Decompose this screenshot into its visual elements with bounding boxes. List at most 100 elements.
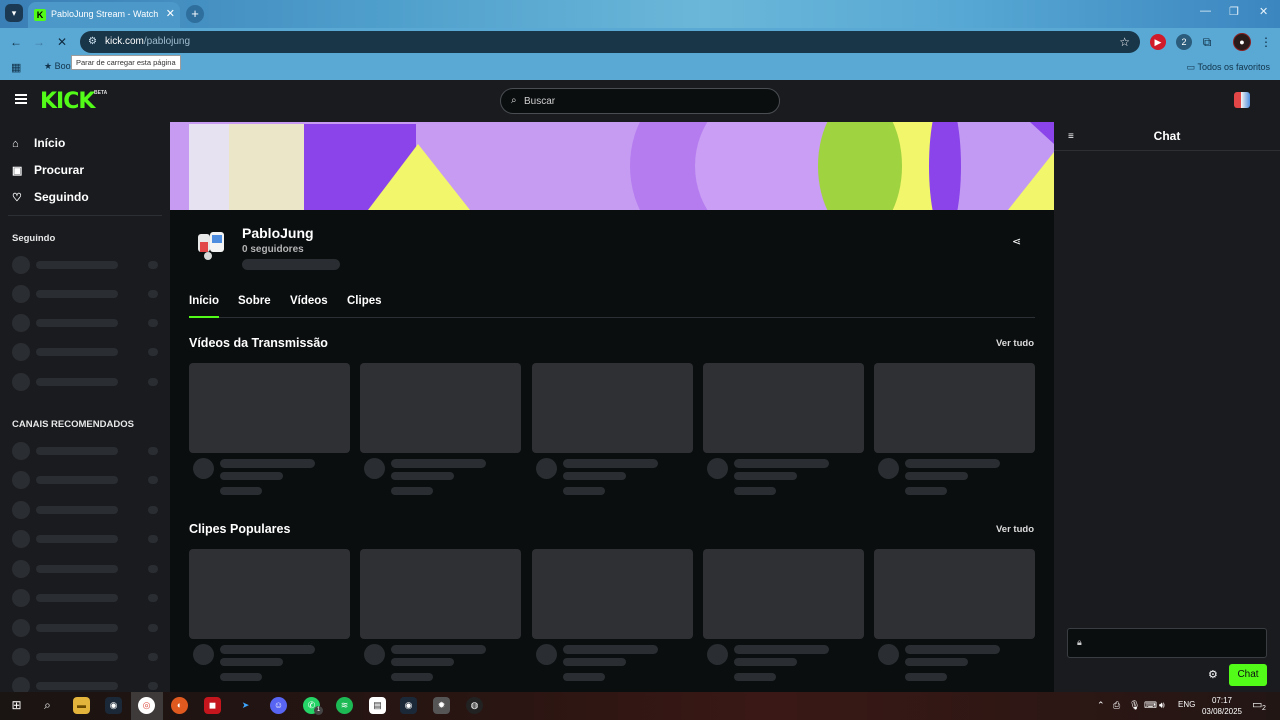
see-all-broadcasts-link[interactable]: Ver tudo — [996, 338, 1034, 349]
tab-clips[interactable]: Clipes — [347, 295, 382, 307]
obs-icon[interactable]: ◍ — [466, 697, 483, 714]
discord-icon[interactable]: ☺ — [270, 697, 287, 714]
heart-icon: ♡ — [12, 192, 22, 204]
app-red-icon[interactable]: ◼ — [204, 697, 221, 714]
see-all-clips-link[interactable]: Ver tudo — [996, 524, 1034, 535]
back-icon[interactable]: ← — [10, 35, 22, 49]
following-skeleton-row — [12, 373, 162, 391]
video-card-skeleton[interactable] — [360, 363, 521, 499]
following-skeleton-row — [12, 256, 162, 274]
minimize-icon[interactable]: — — [1200, 5, 1211, 17]
video-card-skeleton[interactable] — [532, 363, 693, 499]
sidebar-divider — [8, 215, 162, 216]
browser-tab[interactable]: K PabloJung Stream - Watch Live ✕ — [28, 2, 180, 28]
vscode-icon[interactable]: ➤ — [237, 697, 254, 714]
extension-badge-icon[interactable]: 2 — [1176, 34, 1192, 50]
steam-secondary-icon[interactable]: ◉ — [400, 697, 417, 714]
sidebar: ⌂ Início ▣ Procurar ♡ Seguindo Seguindo CAN… — [0, 122, 170, 695]
extensions-puzzle-icon[interactable]: ⧉ — [1199, 34, 1215, 50]
chrome-icon[interactable]: ◎ — [138, 697, 155, 714]
channel-tabs: Início Sobre Vídeos Clipes — [189, 295, 1035, 318]
url-text: kick.com/pablojung — [105, 36, 191, 47]
recommended-skeleton-row — [12, 589, 162, 607]
recommended-skeleton-row — [12, 560, 162, 578]
browser-tab-strip: ▾ K PabloJung Stream - Watch Live ✕ + — … — [0, 0, 1280, 28]
address-bar[interactable]: ⚙ kick.com/pablojung ☆ — [80, 31, 1140, 53]
app-gear-icon[interactable]: ✹ — [433, 697, 450, 714]
taskbar-search-icon[interactable]: ⌕ — [39, 697, 56, 714]
all-bookmarks-link[interactable]: ▭ Todos os favoritos — [1187, 62, 1270, 73]
bookmark-star-icon[interactable]: ☆ — [1119, 35, 1130, 49]
adblock-extension-icon[interactable]: ▶ — [1150, 34, 1166, 50]
stop-loading-tooltip: Parar de carregar esta página — [71, 55, 181, 70]
site-info-icon[interactable]: ⚙ — [88, 36, 97, 47]
chat-settings-gear-icon[interactable]: ⚙ — [1208, 668, 1218, 681]
tray-overflow-icon[interactable]: ⌃ — [1097, 700, 1105, 711]
recommended-skeleton-row — [12, 442, 162, 460]
chat-message-input[interactable]: 🔒︎ — [1067, 628, 1267, 658]
clock[interactable]: 07:17 03/08/2025 — [1200, 695, 1244, 717]
profile-avatar-icon[interactable]: ● — [1233, 33, 1251, 51]
channel-avatar[interactable] — [192, 226, 230, 264]
tray-device-icon[interactable]: ⎙ — [1113, 700, 1120, 711]
bookmarks-bar: ▦ ★ Boo ▭ Todos os favoritos — [0, 56, 1280, 80]
sidebar-item-home[interactable]: ⌂ Início — [12, 136, 65, 156]
kick-logo[interactable]: KICK — [40, 89, 95, 114]
microphone-icon[interactable]: 🎙︎ — [1129, 700, 1140, 711]
network-icon[interactable]: ⌨ — [1144, 700, 1157, 711]
app-orange-icon[interactable]: ◐ — [171, 697, 188, 714]
browser-menu-icon[interactable]: ⋮ — [1258, 34, 1274, 50]
tab-search-button[interactable]: ▾ — [5, 4, 23, 22]
recommended-skeleton-row — [12, 648, 162, 666]
lock-icon: 🔒︎ — [1077, 637, 1082, 647]
search-placeholder: Buscar — [524, 96, 556, 107]
channel-banner — [170, 122, 1054, 210]
user-avatar[interactable] — [1234, 92, 1250, 108]
language-indicator[interactable]: ENG — [1178, 700, 1195, 709]
apps-grid-icon[interactable]: ▦ — [11, 61, 21, 74]
file-explorer-icon[interactable]: ▬ — [73, 697, 90, 714]
video-card-skeleton[interactable] — [703, 363, 864, 499]
clip-card-skeleton[interactable] — [532, 549, 693, 685]
window-close-icon[interactable]: ✕ — [1259, 5, 1268, 18]
tab-about[interactable]: Sobre — [238, 295, 271, 307]
recommended-skeleton-row — [12, 619, 162, 637]
bio-skeleton — [242, 259, 340, 270]
video-card-skeleton[interactable] — [874, 363, 1035, 499]
clip-card-skeleton[interactable] — [703, 549, 864, 685]
stop-loading-icon[interactable]: ✕ — [57, 35, 67, 49]
chat-divider — [1054, 150, 1280, 151]
windows-start-icon[interactable]: ⊞ — [8, 697, 25, 714]
chat-send-button[interactable]: Chat — [1229, 664, 1267, 686]
forward-icon[interactable]: → — [33, 35, 45, 49]
clip-card-skeleton[interactable] — [189, 549, 350, 685]
search-input[interactable]: ⌕ Buscar — [500, 88, 780, 114]
new-tab-button[interactable]: + — [186, 5, 204, 23]
recommended-skeleton-row — [12, 471, 162, 489]
recommended-heading: CANAIS RECOMENDADOS — [12, 419, 134, 430]
search-icon: ⌕ — [511, 95, 517, 106]
clip-card-skeleton[interactable] — [360, 549, 521, 685]
home-icon: ⌂ — [12, 138, 19, 150]
tab-home[interactable]: Início — [189, 295, 220, 318]
spotify-icon[interactable]: ≋ — [336, 697, 353, 714]
steam-icon[interactable]: ◉ — [105, 697, 122, 714]
kick-favicon-icon: K — [34, 9, 46, 21]
tab-videos[interactable]: Vídeos — [290, 295, 328, 307]
clock-date: 03/08/2025 — [1201, 707, 1243, 716]
close-tab-icon[interactable]: ✕ — [166, 7, 175, 20]
notepad-icon[interactable]: ▤ — [369, 697, 386, 714]
hamburger-menu-icon[interactable] — [15, 94, 27, 104]
video-card-skeleton[interactable] — [189, 363, 350, 499]
bookmark-item[interactable]: ★ Boo — [44, 61, 71, 72]
beta-label: BETA — [94, 90, 108, 96]
sidebar-item-following[interactable]: ♡ Seguindo — [12, 190, 89, 210]
restore-icon[interactable]: ❐ — [1229, 5, 1239, 18]
clip-card-skeleton[interactable] — [874, 549, 1035, 685]
sidebar-item-browse[interactable]: ▣ Procurar — [12, 163, 84, 183]
kick-top-nav: KICK BETA ⌕ Buscar — [0, 80, 1280, 122]
share-icon[interactable]: ⋖ — [1012, 235, 1021, 248]
volume-icon[interactable]: 🔊︎ — [1159, 700, 1165, 711]
browser-toolbar: ← → ✕ ⚙ kick.com/pablojung ☆ — [0, 28, 1280, 56]
notifications-icon[interactable]: ▭ — [1252, 698, 1262, 711]
